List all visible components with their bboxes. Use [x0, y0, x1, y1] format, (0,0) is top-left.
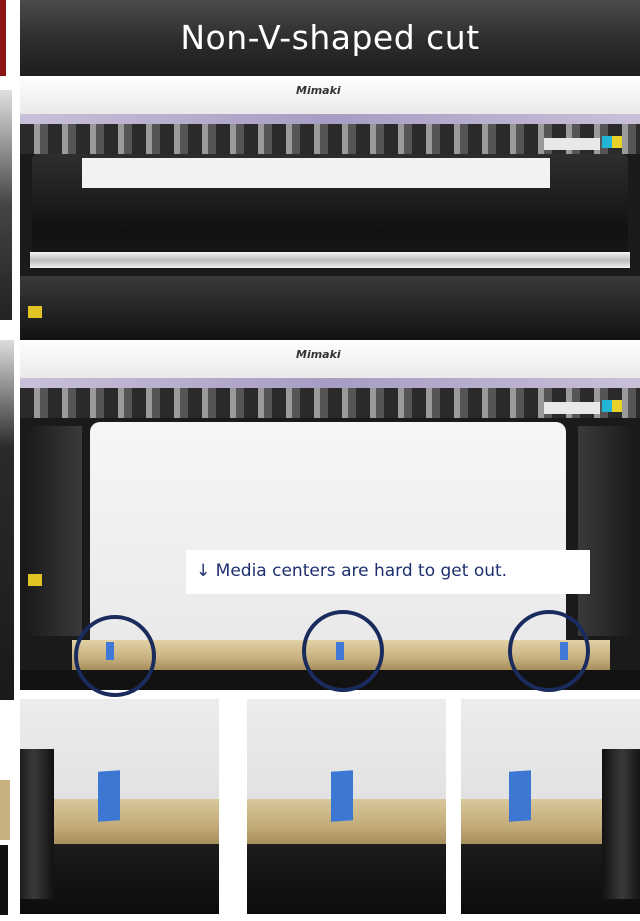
highlight-circle-center: [302, 610, 384, 692]
warning-sticker: [28, 574, 42, 586]
title-bar: Non-V-shaped cut: [20, 0, 640, 76]
tape-mark: [509, 770, 531, 822]
tape-mark: [98, 770, 120, 822]
adjacent-panel-strip: [0, 0, 20, 921]
zoom-crop-right: [461, 699, 640, 914]
brand-logo: Mimaki: [296, 348, 341, 361]
printer-side-left: [26, 426, 82, 636]
media-sheet: [82, 158, 550, 188]
brand-logo: Mimaki: [296, 84, 341, 97]
adjacent-photo-edge: [0, 340, 14, 700]
highlight-circle-right: [508, 610, 590, 692]
printer-photo-empty: Mimaki: [20, 76, 640, 340]
warning-sticker: [28, 306, 42, 318]
ink-indicator: [612, 136, 622, 148]
roll-holder: [20, 749, 54, 899]
take-up-roller: [30, 252, 630, 268]
highlight-circle-left: [74, 615, 156, 697]
adjacent-photo-edge: [0, 845, 8, 915]
callout-text: ↓ Media centers are hard to get out.: [196, 561, 508, 581]
printer-base: [20, 276, 640, 340]
roll-holder: [602, 749, 640, 899]
printer-side-right: [578, 426, 634, 636]
adjacent-photo-edge: [0, 780, 10, 840]
page-title: Non-V-shaped cut: [180, 18, 480, 57]
callout-box: ↓ Media centers are hard to get out.: [186, 550, 590, 594]
printer-trim: [20, 114, 640, 124]
zoom-crop-left: [20, 699, 219, 914]
printer-label: [544, 402, 600, 414]
ink-indicator: [612, 400, 622, 412]
adjacent-title-edge: [0, 0, 6, 76]
printer-trim: [20, 378, 640, 388]
zoom-crop-center: [247, 699, 446, 914]
printer-label: [544, 138, 600, 150]
ink-indicator: [602, 400, 612, 412]
printer-base: [247, 844, 446, 914]
adjacent-photo-edge: [0, 90, 12, 320]
tape-mark: [331, 770, 353, 822]
ink-indicator: [602, 136, 612, 148]
